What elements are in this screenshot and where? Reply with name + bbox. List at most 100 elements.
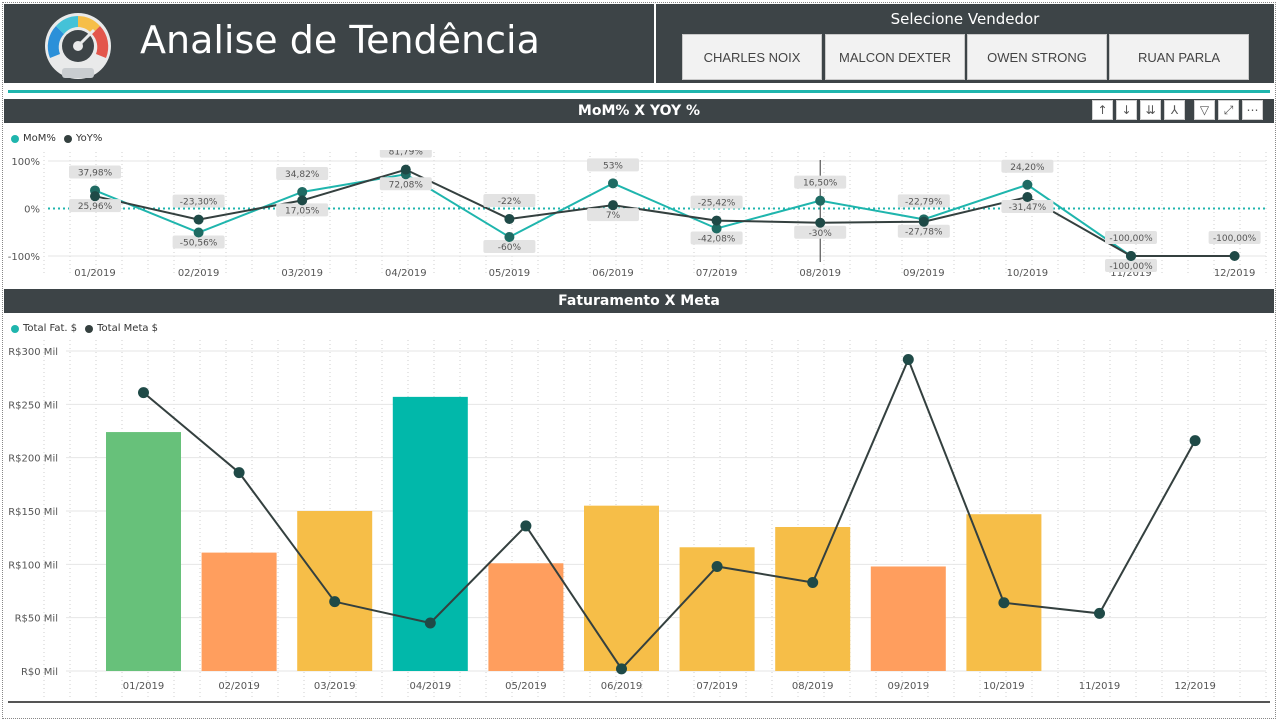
bar-total-fat <box>297 511 373 671</box>
data-label: -100,00% <box>1208 231 1261 244</box>
series-point-0 <box>608 178 618 189</box>
arrow-up-icon[interactable]: ↑ <box>1092 100 1113 120</box>
bar-total-fat <box>201 552 277 671</box>
data-label-text: 53% <box>603 161 623 171</box>
legend-label-total-meta: Total Meta $ <box>97 323 159 334</box>
bar-total-fat <box>392 396 468 671</box>
x-tick-label: 03/2019 <box>281 268 323 279</box>
vendor-button-charles-noix[interactable]: CHARLES NOIX <box>682 34 822 80</box>
bar-total-fat <box>775 527 851 671</box>
visual-toolbar: ↑ ↓ ⇊ ⅄ ▽ ⤢ ⋯ <box>1092 100 1263 122</box>
faturamento-meta-combo-chart: R$0 Mil R$50 Mil R$100 Mil R$150 Mil R$200 M… <box>8 340 1270 703</box>
data-label-text: -31,47% <box>1009 203 1047 213</box>
x-tick-label: 08/2019 <box>799 268 841 279</box>
bar-total-fat <box>584 505 659 671</box>
data-label-text: -50,56% <box>180 239 218 249</box>
bar-total-fat <box>488 563 564 671</box>
series-point-1 <box>608 200 618 211</box>
data-label: 34,82% <box>276 166 329 180</box>
data-label: -25,42% <box>690 195 743 209</box>
expand-hierarchy-icon[interactable]: ⅄ <box>1164 100 1185 120</box>
meta-point <box>233 467 245 479</box>
x-tick-label: 12/2019 <box>1174 681 1216 692</box>
double-arrow-down-icon[interactable]: ⇊ <box>1140 100 1161 120</box>
data-label-text: -22,79% <box>905 197 943 207</box>
series-point-1 <box>711 215 722 226</box>
data-label-text: 72,08% <box>389 180 424 190</box>
series-point-1 <box>1126 251 1136 261</box>
x-tick-label: 10/2019 <box>1007 268 1049 279</box>
mom-yoy-chart-title: MoM% X YOY % <box>4 99 1274 123</box>
data-label-text: 34,82% <box>285 170 320 180</box>
y-tick-label: 0% <box>24 205 40 216</box>
focus-mode-icon[interactable]: ⤢ <box>1218 100 1239 120</box>
y-tick-label: R$300 Mil <box>8 347 58 358</box>
legend-label-mom: MoM% <box>23 133 56 144</box>
data-label-text: -60% <box>498 243 522 253</box>
vendor-slicer: Selecione Vendedor CHARLES NOIX MALCON D… <box>656 4 1274 83</box>
legend-marker-yoy <box>63 134 72 143</box>
data-label-text: -22% <box>498 197 522 207</box>
data-label: 37,98% <box>69 165 121 179</box>
legend-label-yoy: YoY% <box>75 133 103 144</box>
x-tick-label: 06/2019 <box>592 268 634 279</box>
series-point-0 <box>504 232 515 242</box>
series-line-1 <box>94 168 1235 257</box>
bar-total-fat <box>870 566 946 671</box>
gauge-logo-icon <box>45 13 111 79</box>
data-label: -22% <box>483 193 536 207</box>
title-bar: Analise de Tendência <box>4 4 654 83</box>
meta-point <box>711 560 723 572</box>
data-label: 53% <box>587 158 639 172</box>
y-tick-label: R$150 Mil <box>8 507 58 518</box>
data-label-text: 17,05% <box>285 206 320 216</box>
series-point-1 <box>400 164 411 175</box>
vendor-button-malcon-dexter[interactable]: MALCON DEXTER <box>825 34 965 80</box>
more-options-icon[interactable]: ⋯ <box>1242 100 1263 120</box>
x-tick-label: 08/2019 <box>792 681 834 692</box>
series-point-1 <box>918 216 929 227</box>
x-tick-label: 01/2019 <box>74 268 116 279</box>
legend-marker-mom <box>11 134 19 143</box>
x-tick-label: 05/2019 <box>489 268 531 279</box>
series-point-0 <box>1022 179 1033 190</box>
meta-point <box>1189 435 1201 447</box>
series-point-1 <box>193 214 204 225</box>
filter-icon[interactable]: ▽ <box>1194 100 1215 120</box>
data-label-text: 7% <box>606 211 621 221</box>
data-label-text: -23,30% <box>180 198 218 208</box>
x-tick-label: 07/2019 <box>696 268 738 279</box>
vendor-button-ruan-parla[interactable]: RUAN PARLA <box>1109 34 1249 80</box>
series-point-1 <box>1229 251 1240 261</box>
meta-point <box>329 596 341 608</box>
data-label-text: -100,00% <box>1109 234 1153 244</box>
x-tick-label: 03/2019 <box>314 681 356 692</box>
x-tick-label: 06/2019 <box>601 681 643 692</box>
x-tick-label: 01/2019 <box>123 681 165 692</box>
legend-marker-total-fat <box>11 324 19 333</box>
data-label-text: -100,00% <box>1109 262 1153 272</box>
arrow-down-icon[interactable]: ↓ <box>1116 100 1137 120</box>
data-label-text: 16,50% <box>803 179 838 189</box>
page-title: Analise de Tendência <box>140 18 540 62</box>
x-tick-label: 09/2019 <box>888 681 930 692</box>
x-tick-label: 11/2019 <box>1079 681 1121 692</box>
data-label-text: 37,98% <box>78 168 113 178</box>
x-tick-label: 09/2019 <box>903 268 945 279</box>
mom-yoy-line-chart: 100% 0% -100% 01/2019 02/2019 03/2019 04/2019 0… <box>8 150 1267 279</box>
data-label: 81,79% <box>379 150 432 158</box>
data-label-text: -30% <box>809 229 833 239</box>
meta-point <box>998 597 1010 609</box>
y-tick-label: R$50 Mil <box>15 614 58 625</box>
vendor-button-owen-strong[interactable]: OWEN STRONG <box>967 34 1107 80</box>
x-tick-label: 02/2019 <box>218 681 260 692</box>
meta-point <box>138 387 149 399</box>
legend-marker-total-meta <box>85 324 94 333</box>
vendor-slicer-title: Selecione Vendedor <box>890 10 1040 28</box>
meta-point <box>902 354 914 366</box>
x-tick-label: 10/2019 <box>983 681 1025 692</box>
data-label: -23,30% <box>172 194 225 208</box>
series-point-0 <box>815 195 826 206</box>
series-point-0 <box>193 227 204 238</box>
data-label: -22,79% <box>897 194 950 208</box>
